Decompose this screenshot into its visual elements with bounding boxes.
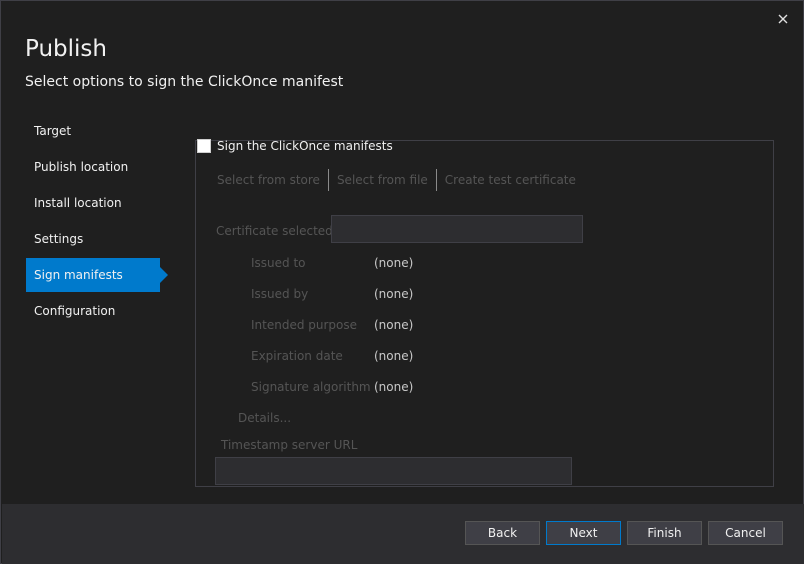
create-test-certificate-button[interactable]: Create test certificate xyxy=(439,173,582,187)
expiration-date-label: Expiration date xyxy=(251,349,343,363)
finish-button[interactable]: Finish xyxy=(627,521,702,545)
sign-panel xyxy=(195,140,774,487)
close-icon[interactable] xyxy=(775,11,791,27)
sign-manifests-checkbox-row[interactable]: Sign the ClickOnce manifests xyxy=(197,139,393,153)
certificate-selected-label: Certificate selected xyxy=(216,224,333,238)
issued-to-value: (none) xyxy=(374,256,414,270)
certificate-selected-field xyxy=(331,215,583,243)
select-from-file-button[interactable]: Select from file xyxy=(331,173,434,187)
timestamp-server-input[interactable] xyxy=(215,457,572,485)
nav-item-target[interactable]: Target xyxy=(26,114,160,148)
page-subtitle: Select options to sign the ClickOnce man… xyxy=(25,74,344,90)
next-button[interactable]: Next xyxy=(546,521,621,545)
details-button[interactable]: Details... xyxy=(238,411,291,425)
issued-to-label: Issued to xyxy=(251,256,306,270)
expiration-date-row: Expiration date xyxy=(251,349,343,365)
issued-to-row: Issued to xyxy=(251,256,306,272)
intended-purpose-label: Intended purpose xyxy=(251,318,358,332)
nav-list: Target Publish location Install location… xyxy=(26,114,176,330)
select-from-store-button[interactable]: Select from store xyxy=(211,173,326,187)
certificate-source-buttons: Select from store Select from file Creat… xyxy=(211,169,582,191)
intended-purpose-row: Intended purpose xyxy=(251,318,357,334)
signature-algorithm-row: Signature algorithm xyxy=(251,380,371,396)
back-button[interactable]: Back xyxy=(465,521,540,545)
page-title: Publish xyxy=(25,36,107,62)
issued-by-value: (none) xyxy=(374,287,414,301)
nav-item-sign-manifests[interactable]: Sign manifests xyxy=(26,258,168,292)
issued-by-row: Issued by xyxy=(251,287,308,303)
publish-dialog: Publish Select options to sign the Click… xyxy=(0,0,804,564)
signature-algorithm-value: (none) xyxy=(374,380,414,394)
separator xyxy=(435,169,437,191)
expiration-date-value: (none) xyxy=(374,349,414,363)
sign-manifests-label: Sign the ClickOnce manifests xyxy=(217,139,393,153)
timestamp-server-label: Timestamp server URL xyxy=(221,438,358,452)
sign-manifests-checkbox[interactable] xyxy=(197,139,211,153)
nav-item-publish-location[interactable]: Publish location xyxy=(26,150,160,184)
nav-item-install-location[interactable]: Install location xyxy=(26,186,160,220)
nav-item-settings[interactable]: Settings xyxy=(26,222,160,256)
signature-algorithm-label: Signature algorithm xyxy=(251,380,371,394)
cancel-button[interactable]: Cancel xyxy=(708,521,783,545)
separator xyxy=(327,169,329,191)
issued-by-label: Issued by xyxy=(251,287,309,301)
intended-purpose-value: (none) xyxy=(374,318,414,332)
nav-item-configuration[interactable]: Configuration xyxy=(26,294,160,328)
